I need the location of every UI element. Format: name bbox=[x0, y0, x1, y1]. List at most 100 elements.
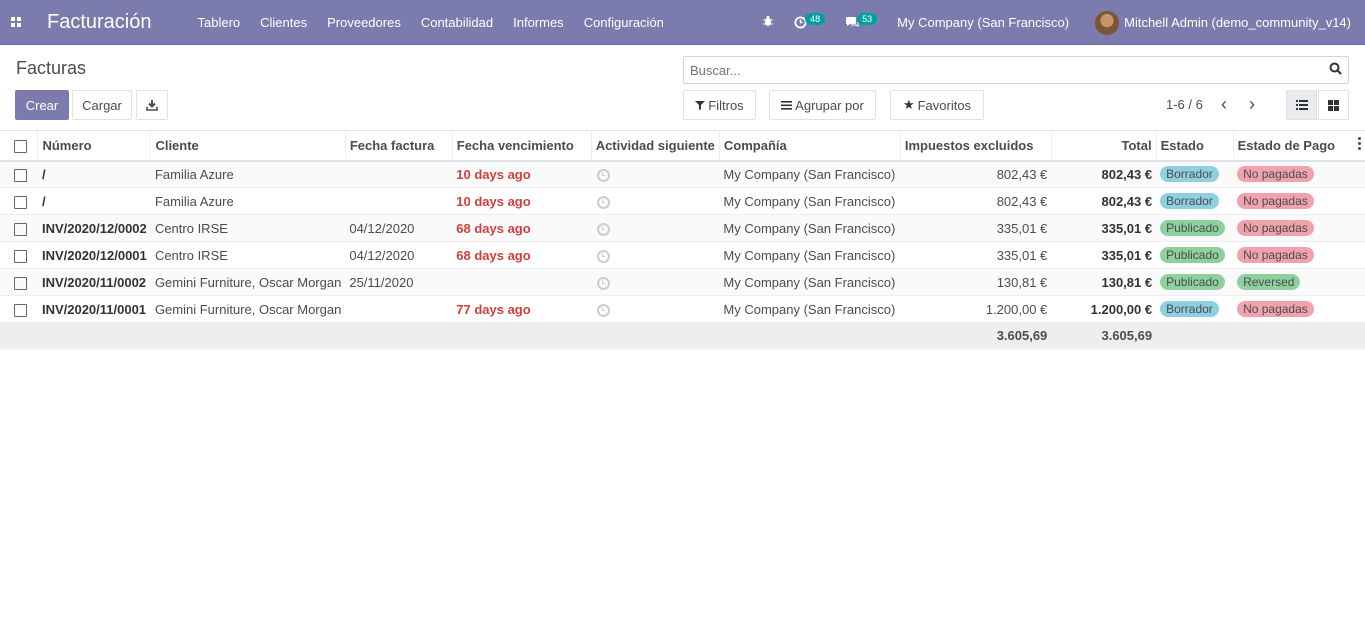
row-checkbox[interactable] bbox=[14, 303, 27, 317]
cell-numero: INV/2020/11/0002 bbox=[37, 268, 151, 296]
cell-estado: Publicado bbox=[1156, 268, 1234, 296]
header-fecha-vencimiento[interactable]: Fecha vencimiento bbox=[451, 130, 592, 162]
row-checkbox[interactable] bbox=[14, 222, 27, 236]
list-view-button[interactable] bbox=[1286, 90, 1317, 120]
header-numero[interactable]: Número bbox=[37, 130, 151, 162]
activity-badge: 48 bbox=[805, 12, 826, 25]
cell-numero: INV/2020/12/0002 bbox=[37, 214, 151, 242]
cell-estado-de-pago: No pagadas bbox=[1233, 241, 1365, 269]
top-navbar: Facturación Tablero Clientes Proveedores… bbox=[0, 0, 1365, 45]
table-row[interactable]: / Familia Azure 10 days ago My Company (San… bbox=[0, 160, 1365, 188]
create-button[interactable]: Crear bbox=[15, 90, 69, 120]
cell-numero: INV/2020/11/0001 bbox=[37, 295, 151, 323]
select-all-checkbox[interactable] bbox=[14, 139, 27, 153]
cell-estado: Publicado bbox=[1156, 214, 1234, 242]
activity-clock-icon[interactable] bbox=[597, 276, 611, 290]
header-total[interactable]: Total bbox=[1050, 130, 1157, 162]
search-icon[interactable] bbox=[1329, 62, 1342, 78]
footer-spacer-end bbox=[1156, 322, 1365, 349]
invoice-list-table: Número Cliente Fecha factura Fecha venci… bbox=[0, 130, 1365, 349]
header-fecha-factura[interactable]: Fecha factura bbox=[344, 130, 453, 162]
cell-impuestos-excluidos: 1.200,00 € bbox=[900, 295, 1052, 323]
select-all-checkbox-cell[interactable] bbox=[0, 130, 38, 162]
header-impuestos-excluidos[interactable]: Impuestos excluidos bbox=[899, 130, 1052, 162]
optional-columns-icon[interactable] bbox=[1358, 137, 1361, 152]
payment-status-badge: No pagadas bbox=[1237, 301, 1314, 317]
upload-button[interactable]: Cargar bbox=[72, 90, 132, 120]
row-checkbox[interactable] bbox=[14, 168, 27, 182]
list-icon bbox=[781, 101, 793, 110]
table-row[interactable]: / Familia Azure 10 days ago My Company (San… bbox=[0, 187, 1365, 215]
activity-clock-icon[interactable] bbox=[597, 195, 611, 209]
row-checkbox-cell[interactable] bbox=[0, 214, 38, 242]
cell-compania: My Company (San Francisco) bbox=[719, 241, 901, 269]
search-input[interactable] bbox=[684, 57, 1304, 83]
row-checkbox-cell[interactable] bbox=[0, 241, 38, 269]
activity-clock-icon[interactable] bbox=[597, 249, 611, 263]
cell-fecha-factura: 25/11/2020 bbox=[345, 268, 453, 296]
cell-estado: Borrador bbox=[1156, 187, 1234, 215]
cell-total: 335,01 € bbox=[1051, 241, 1157, 269]
apps-menu-icon[interactable] bbox=[0, 0, 32, 45]
kanban-view-button[interactable] bbox=[1318, 90, 1349, 120]
cell-fecha-vencimiento: 68 days ago bbox=[452, 214, 592, 242]
table-row[interactable]: INV/2020/12/0001 Centro IRSE 04/12/2020 68 … bbox=[0, 241, 1365, 269]
favorites-button[interactable]: ★ Favoritos bbox=[890, 90, 984, 120]
table-row[interactable]: INV/2020/11/0002 Gemini Furniture, Oscar … bbox=[0, 268, 1365, 296]
cell-impuestos-excluidos: 335,01 € bbox=[900, 241, 1052, 269]
user-avatar[interactable] bbox=[1095, 10, 1120, 35]
menu-contabilidad[interactable]: Contabilidad bbox=[421, 15, 493, 30]
filters-button[interactable]: Filtros bbox=[683, 90, 756, 120]
row-checkbox-cell[interactable] bbox=[0, 268, 38, 296]
pager-value[interactable]: 1-6 / 6 bbox=[1166, 97, 1203, 112]
cell-compania: My Company (San Francisco) bbox=[719, 295, 901, 323]
header-estado-de-pago[interactable]: Estado de Pago bbox=[1232, 130, 1365, 162]
payment-status-badge: No pagadas bbox=[1237, 166, 1314, 183]
messaging-menu[interactable]: 53 bbox=[845, 12, 878, 29]
status-badge: Borrador bbox=[1160, 193, 1219, 209]
row-checkbox-cell[interactable] bbox=[0, 295, 38, 323]
table-row[interactable]: INV/2020/11/0001 Gemini Furniture, Oscar … bbox=[0, 295, 1365, 323]
row-checkbox-cell[interactable] bbox=[0, 160, 38, 188]
download-icon bbox=[146, 100, 158, 111]
cell-impuestos-excluidos: 802,43 € bbox=[900, 187, 1052, 215]
debug-bug-icon[interactable] bbox=[762, 15, 774, 30]
header-actividad-siguiente[interactable]: Actividad siguiente bbox=[590, 130, 720, 162]
table-row[interactable]: INV/2020/12/0002 Centro IRSE 04/12/2020 68 … bbox=[0, 214, 1365, 242]
activity-menu[interactable]: 48 bbox=[794, 12, 826, 29]
header-cliente[interactable]: Cliente bbox=[150, 130, 346, 162]
cell-fecha-factura bbox=[345, 187, 453, 215]
pager-previous-icon[interactable]: ‹ bbox=[1221, 94, 1227, 115]
star-icon: ★ bbox=[902, 97, 915, 112]
cell-numero: / bbox=[37, 160, 151, 188]
header-estado[interactable]: Estado bbox=[1155, 130, 1234, 162]
activity-clock-icon[interactable] bbox=[597, 303, 611, 317]
menu-configuracion[interactable]: Configuración bbox=[584, 15, 664, 30]
groupby-button[interactable]: Agrupar por bbox=[769, 90, 876, 120]
search-bar bbox=[683, 56, 1349, 84]
header-compania[interactable]: Compañía bbox=[718, 130, 901, 162]
menu-tablero[interactable]: Tablero bbox=[198, 15, 241, 30]
row-checkbox[interactable] bbox=[14, 249, 27, 263]
cell-compania: My Company (San Francisco) bbox=[719, 214, 901, 242]
cell-fecha-factura: 04/12/2020 bbox=[345, 214, 453, 242]
row-checkbox[interactable] bbox=[14, 276, 27, 290]
app-title[interactable]: Facturación bbox=[47, 11, 152, 34]
cell-actividad bbox=[591, 268, 720, 296]
activity-clock-icon[interactable] bbox=[597, 222, 611, 236]
cell-compania: My Company (San Francisco) bbox=[719, 187, 901, 215]
download-button[interactable] bbox=[136, 90, 168, 120]
cell-fecha-vencimiento bbox=[452, 268, 592, 296]
activity-clock-icon[interactable] bbox=[597, 168, 611, 182]
menu-proveedores[interactable]: Proveedores bbox=[327, 15, 401, 30]
cell-estado-de-pago: No pagadas bbox=[1233, 214, 1365, 242]
menu-clientes[interactable]: Clientes bbox=[260, 15, 307, 30]
cell-cliente: Gemini Furniture, Oscar Morgan bbox=[150, 295, 346, 323]
row-checkbox-cell[interactable] bbox=[0, 187, 38, 215]
menu-informes[interactable]: Informes bbox=[513, 15, 564, 30]
row-checkbox[interactable] bbox=[14, 195, 27, 209]
pager-next-icon[interactable]: › bbox=[1249, 94, 1255, 115]
cell-compania: My Company (San Francisco) bbox=[719, 160, 901, 188]
user-menu[interactable]: Mitchell Admin (demo_community_v14) bbox=[1124, 15, 1351, 30]
company-switcher[interactable]: My Company (San Francisco) bbox=[897, 15, 1069, 30]
